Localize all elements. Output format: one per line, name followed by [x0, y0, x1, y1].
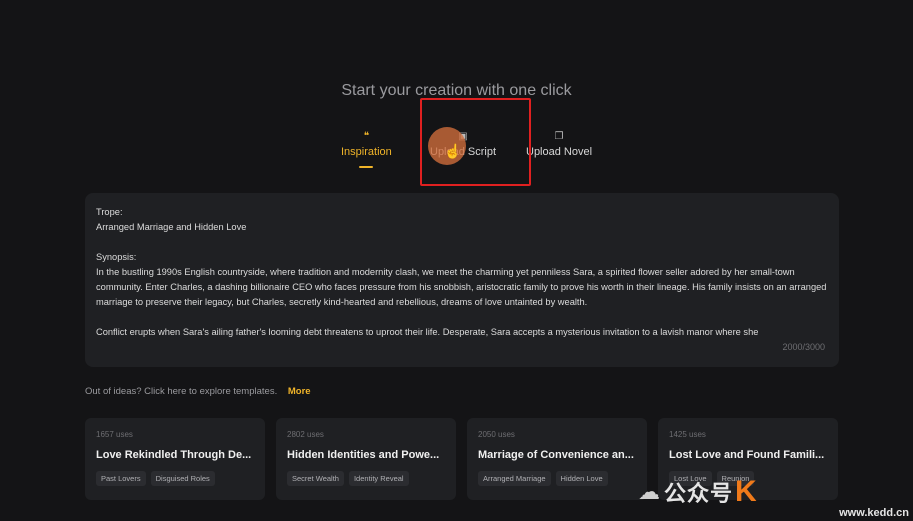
synopsis-paragraph: In the bustling 1990s English countrysid…: [96, 267, 827, 307]
tag: Past Lovers: [96, 471, 146, 486]
tab-upload-novel[interactable]: ❐ Upload Novel: [526, 130, 592, 158]
wechat-icon: ☁: [638, 478, 660, 504]
character-counter: 2000/3000: [782, 342, 825, 352]
book-icon: ❐: [554, 131, 564, 142]
explore-templates-row: Out of ideas? Click here to explore temp…: [85, 386, 311, 397]
watermark-url: www.kedd.cn: [839, 507, 909, 519]
synopsis-paragraph: Conflict erupts when Sara's ailing fathe…: [96, 327, 759, 337]
template-title: Hidden Identities and Powe...: [287, 449, 440, 461]
story-input-textarea[interactable]: Trope: Arranged Marriage and Hidden Love…: [85, 193, 839, 367]
template-card[interactable]: 1657 uses Love Rekindled Through De... P…: [85, 418, 265, 500]
active-tab-indicator: [359, 166, 374, 168]
watermark: ☁ 公众号 K www.kedd.cn: [638, 462, 913, 521]
trope-label: Trope:: [96, 207, 123, 217]
uses-count: 2050 uses: [478, 430, 515, 439]
template-title: Lost Love and Found Famili...: [669, 449, 825, 461]
tag: Arranged Marriage: [478, 471, 551, 486]
watermark-text: 公众号: [664, 480, 734, 506]
tab-inspiration-label: Inspiration: [341, 146, 392, 158]
template-title: Marriage of Convenience an...: [478, 449, 634, 461]
trope-value: Arranged Marriage and Hidden Love: [96, 222, 247, 232]
more-link[interactable]: More: [288, 386, 311, 397]
template-card[interactable]: 2050 uses Marriage of Convenience an... …: [467, 418, 647, 500]
tab-upload-novel-label: Upload Novel: [526, 146, 593, 158]
watermark-logo: K: [735, 474, 757, 508]
tag: Disguised Roles: [150, 471, 215, 486]
tag: Secret Wealth: [287, 471, 344, 486]
tag: Identity Reveal: [348, 471, 409, 486]
uses-count: 1657 uses: [96, 430, 133, 439]
uses-count: 1425 uses: [669, 430, 706, 439]
template-title: Love Rekindled Through De...: [96, 449, 252, 461]
tab-inspiration[interactable]: ❝ Inspiration: [341, 130, 392, 168]
synopsis-label: Synopsis:: [96, 252, 137, 262]
hand-cursor-icon: ☝: [444, 143, 462, 159]
uses-count: 2802 uses: [287, 430, 324, 439]
tag: Hidden Love: [555, 471, 608, 486]
quote-icon: ❝: [363, 131, 370, 142]
template-card[interactable]: 2802 uses Hidden Identities and Powe... …: [276, 418, 456, 500]
explore-text[interactable]: Out of ideas? Click here to explore temp…: [85, 386, 277, 397]
